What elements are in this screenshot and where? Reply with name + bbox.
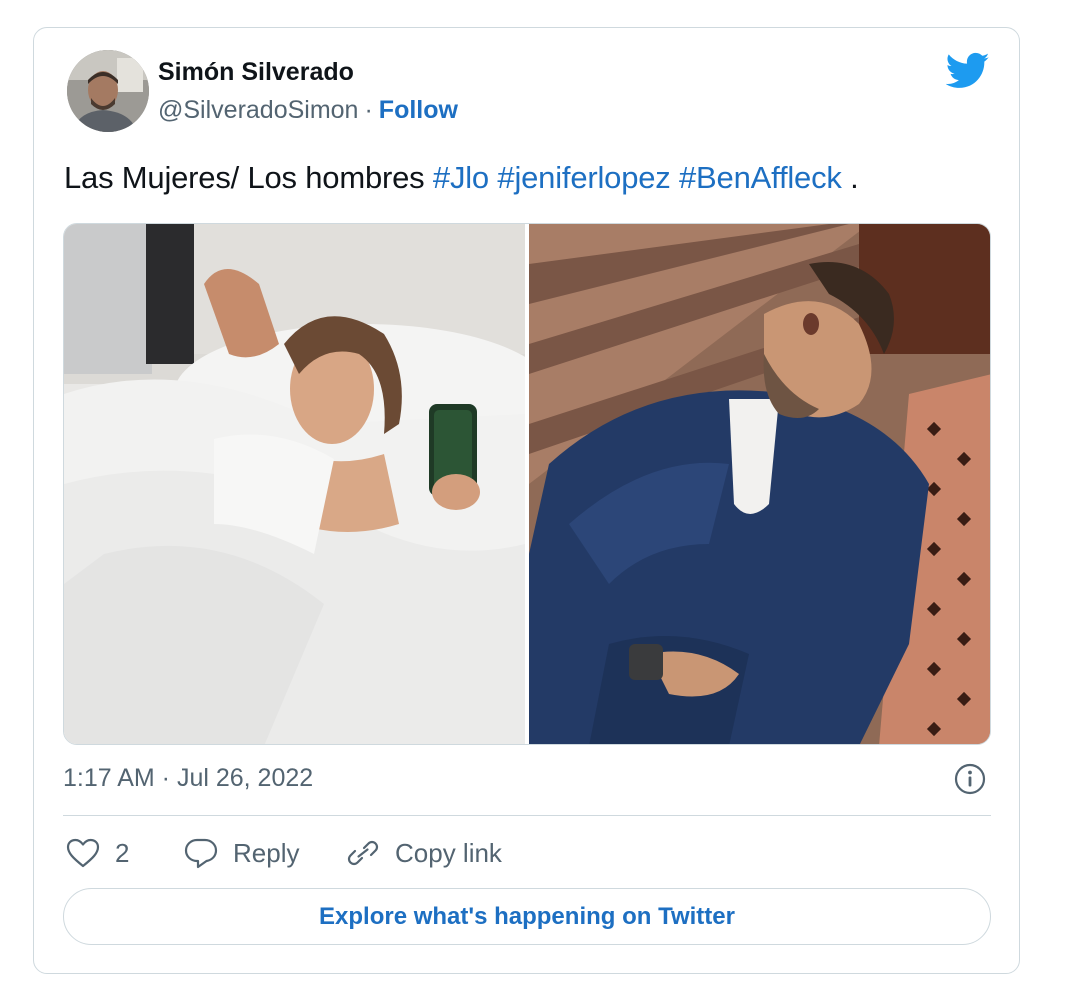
tweet-text-body: Las Mujeres/ Los hombres [64, 160, 425, 195]
avatar[interactable] [67, 50, 149, 132]
info-icon[interactable] [954, 763, 986, 795]
man-sunbathing-photo[interactable] [529, 224, 990, 744]
hashtag-jeniferlopez[interactable]: #jeniferlopez [497, 160, 670, 195]
handle-separator: · [364, 96, 373, 124]
woman-in-bed-image [64, 224, 525, 744]
tweet-timestamp[interactable]: 1:17 AM · Jul 26, 2022 [63, 764, 313, 793]
heart-icon [66, 838, 100, 868]
author-handle-row: @SilveradoSimon · Follow [158, 96, 458, 125]
link-icon [347, 840, 379, 866]
twitter-bird-icon[interactable] [946, 52, 990, 90]
reply-label: Reply [233, 837, 300, 868]
follow-button[interactable]: Follow [379, 96, 458, 124]
tweet-media [63, 223, 991, 745]
avatar-image [67, 50, 149, 132]
man-sunbathing-image [529, 224, 990, 744]
reply-button[interactable]: Reply [183, 833, 299, 873]
divider [63, 815, 991, 816]
reply-icon [184, 838, 218, 869]
explore-twitter-button[interactable]: Explore what's happening on Twitter [63, 888, 991, 945]
copy-link-label: Copy link [395, 837, 502, 868]
tweet-text: Las Mujeres/ Los hombres #Jlo #jeniferlo… [64, 160, 859, 196]
like-button[interactable]: 2 [65, 833, 129, 873]
hashtag-jlo[interactable]: #Jlo [433, 160, 489, 195]
tweet-text-suffix: . [850, 160, 859, 195]
woman-in-bed-photo[interactable] [64, 224, 525, 744]
copy-link-button[interactable]: Copy link [345, 833, 502, 873]
hashtag-benaffleck[interactable]: #BenAffleck [679, 160, 842, 195]
author-display-name[interactable]: Simón Silverado [158, 58, 354, 87]
author-handle[interactable]: @SilveradoSimon [158, 96, 358, 124]
like-count: 2 [115, 837, 130, 868]
